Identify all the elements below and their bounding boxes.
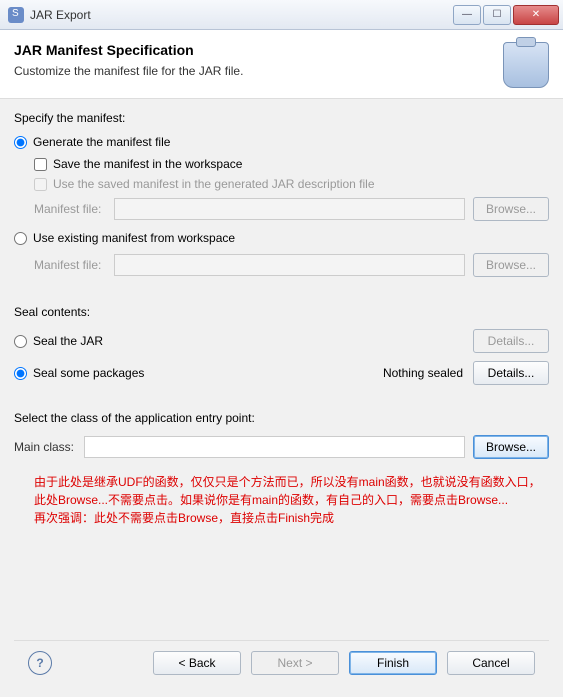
close-button[interactable]: ✕ xyxy=(513,5,559,25)
generate-manifest-radio[interactable] xyxy=(14,136,27,149)
use-existing-row[interactable]: Use existing manifest from workspace xyxy=(14,231,549,245)
next-button: Next > xyxy=(251,651,339,675)
manifest-file-row-1: Manifest file: Browse... xyxy=(34,197,549,221)
seal-jar-label: Seal the JAR xyxy=(33,334,103,348)
main-class-input[interactable] xyxy=(84,436,465,458)
seal-contents-label: Seal contents: xyxy=(14,305,549,319)
main-class-row: Main class: Browse... xyxy=(14,435,549,459)
seal-jar-details-button: Details... xyxy=(473,329,549,353)
generate-manifest-row[interactable]: Generate the manifest file xyxy=(14,135,549,149)
app-icon xyxy=(8,7,24,23)
generate-manifest-label: Generate the manifest file xyxy=(33,135,170,149)
manifest-file-label-2: Manifest file: xyxy=(34,258,114,272)
nothing-sealed-status: Nothing sealed xyxy=(383,366,463,380)
seal-jar-radio[interactable] xyxy=(14,335,27,348)
save-workspace-row[interactable]: Save the manifest in the workspace xyxy=(34,157,549,171)
seal-some-label: Seal some packages xyxy=(33,366,144,380)
main-class-browse-button[interactable]: Browse... xyxy=(473,435,549,459)
help-button[interactable]: ? xyxy=(28,651,52,675)
back-button[interactable]: < Back xyxy=(153,651,241,675)
page-subtitle: Customize the manifest file for the JAR … xyxy=(14,64,493,78)
manifest-file-input-1 xyxy=(114,198,465,220)
use-existing-label: Use existing manifest from workspace xyxy=(33,231,235,245)
browse-button-1: Browse... xyxy=(473,197,549,221)
browse-button-2: Browse... xyxy=(473,253,549,277)
manifest-file-input-2 xyxy=(114,254,465,276)
finish-button[interactable]: Finish xyxy=(349,651,437,675)
manifest-file-row-2: Manifest file: Browse... xyxy=(34,253,549,277)
use-saved-checkbox xyxy=(34,178,47,191)
cancel-button[interactable]: Cancel xyxy=(447,651,535,675)
use-saved-label: Use the saved manifest in the generated … xyxy=(53,177,375,191)
main-class-section-label: Select the class of the application entr… xyxy=(14,411,549,425)
main-class-label: Main class: xyxy=(14,440,84,454)
maximize-button[interactable]: ☐ xyxy=(483,5,511,25)
seal-some-row[interactable]: Seal some packages Nothing sealed Detail… xyxy=(14,361,549,385)
save-workspace-checkbox[interactable] xyxy=(34,158,47,171)
wizard-footer: ? < Back Next > Finish Cancel xyxy=(14,640,549,685)
minimize-button[interactable]: — xyxy=(453,5,481,25)
titlebar: JAR Export — ☐ ✕ xyxy=(0,0,563,30)
use-saved-row: Use the saved manifest in the generated … xyxy=(34,177,549,191)
specify-manifest-label: Specify the manifest: xyxy=(14,111,549,125)
content-area: Specify the manifest: Generate the manif… xyxy=(0,99,563,697)
save-workspace-label: Save the manifest in the workspace xyxy=(53,157,242,171)
seal-some-details-button[interactable]: Details... xyxy=(473,361,549,385)
jar-icon xyxy=(503,42,549,88)
seal-jar-row[interactable]: Seal the JAR Details... xyxy=(14,329,549,353)
wizard-header: JAR Manifest Specification Customize the… xyxy=(0,30,563,99)
annotation-line-2: 再次强调：此处不需要点击Browse，直接点击Finish完成 xyxy=(34,509,549,527)
window-title: JAR Export xyxy=(30,8,453,22)
page-title: JAR Manifest Specification xyxy=(14,42,493,58)
seal-some-radio[interactable] xyxy=(14,367,27,380)
annotation-line-1: 由于此处是继承UDF的函数，仅仅只是个方法而已，所以没有main函数，也就说没有… xyxy=(34,473,549,509)
annotation-text: 由于此处是继承UDF的函数，仅仅只是个方法而已，所以没有main函数，也就说没有… xyxy=(14,469,549,640)
window-controls: — ☐ ✕ xyxy=(453,5,559,25)
use-existing-radio[interactable] xyxy=(14,232,27,245)
manifest-file-label-1: Manifest file: xyxy=(34,202,114,216)
